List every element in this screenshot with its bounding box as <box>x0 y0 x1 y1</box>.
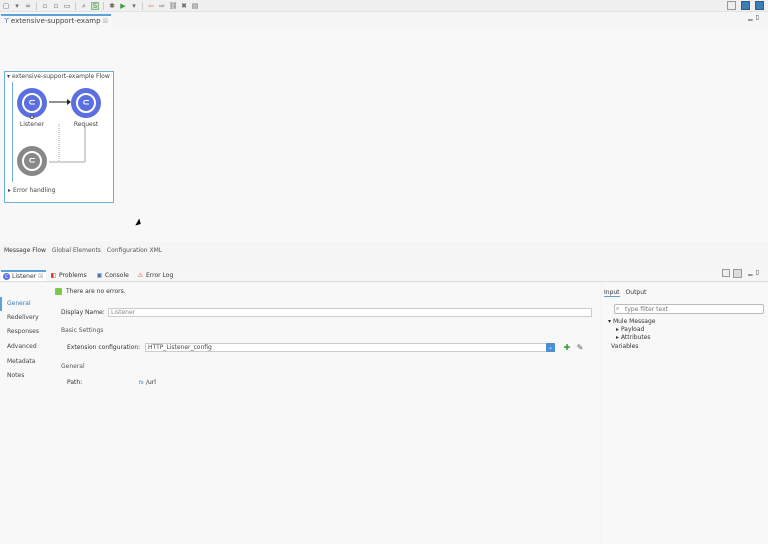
properties-panel-tabs: c Listener ☒ ◧ Problems ▣ Console ⚠ Erro… <box>0 268 768 282</box>
expand-icon[interactable]: ▸ <box>8 187 11 194</box>
view-filter-icon[interactable] <box>733 269 742 278</box>
chevron-down-icon[interactable]: ⌄ <box>546 343 555 352</box>
collapse-icon[interactable]: ▾ <box>608 318 611 325</box>
tab-configuration-xml[interactable]: Configuration XML <box>107 247 162 254</box>
mule-file-icon: ϒ <box>4 17 9 25</box>
edit-icon[interactable]: ✎ <box>576 343 584 352</box>
ok-icon <box>55 288 62 295</box>
new-icon[interactable]: ▢ <box>2 2 10 10</box>
sidenav-item-metadata[interactable]: Metadata <box>7 358 35 365</box>
general-section-label: General <box>61 363 85 370</box>
validation-status: There are no errors. <box>55 288 126 295</box>
save-all-icon[interactable]: ▫ <box>52 2 60 10</box>
chain-icon[interactable]: ⛓ <box>169 2 178 10</box>
tree-item-attributes[interactable]: ▸ Attributes <box>616 334 651 341</box>
problems-icon: ◧ <box>50 272 57 279</box>
expression-mode-icon[interactable]: fx <box>139 380 144 386</box>
console-icon: ▣ <box>96 272 103 279</box>
metadata-panel: Input Output ⌕ ▾ Mule Message ▸ Payload … <box>602 283 768 544</box>
tab-input[interactable]: Input <box>604 289 620 297</box>
tree-item-payload[interactable]: ▸ Payload <box>616 326 644 333</box>
delete-icon[interactable]: ✖ <box>180 2 188 10</box>
link-icon[interactable]: ∞ <box>24 2 32 10</box>
request-node[interactable]: ⊂ <box>71 88 101 118</box>
display-name-input[interactable]: Listener <box>108 308 592 317</box>
listener-icon: ⊂ <box>22 93 42 113</box>
sidenav-item-redelivery[interactable]: Redelivery <box>7 314 39 321</box>
sidenav-item-notes[interactable]: Notes <box>7 372 24 379</box>
tab-console[interactable]: ▣ Console <box>96 270 129 281</box>
add-icon[interactable]: ✚ <box>563 343 571 352</box>
open-icon[interactable]: ▤ <box>191 2 199 10</box>
placeholder-icon: ⊂ <box>22 151 42 171</box>
request-icon: ⊂ <box>76 93 96 113</box>
editor-tab-label: extensive-support-examp <box>10 17 101 25</box>
metadata-search-input[interactable] <box>614 304 764 314</box>
expand-icon[interactable]: ▸ <box>616 334 619 341</box>
minimize-icon[interactable]: ▁ <box>748 14 753 21</box>
perspective-mule-icon[interactable] <box>741 1 750 10</box>
path-label: Path: <box>67 379 83 386</box>
panel-window-controls: ▁ ▯ <box>748 269 759 276</box>
collapse-icon[interactable]: ▾ <box>7 73 10 80</box>
listener-node[interactable]: ⊂ <box>17 88 47 118</box>
listener-handle <box>30 115 34 119</box>
display-name-label: Display Name: <box>61 309 105 316</box>
tab-problems[interactable]: ◧ Problems <box>50 270 87 281</box>
extension-config-select[interactable]: HTTP_Listener_config ⌄ <box>145 343 555 352</box>
save-icon[interactable]: ▫ <box>41 2 49 10</box>
extension-config-label: Extension configuration: <box>67 344 141 351</box>
tree-item-mule-message[interactable]: ▾ Mule Message <box>608 318 655 325</box>
editor-view-tabs: Message Flow Global Elements Configurati… <box>4 247 162 254</box>
debug-icon[interactable]: ✱ <box>108 2 116 10</box>
tab-message-flow[interactable]: Message Flow <box>4 247 46 254</box>
forward-icon[interactable]: ⇨ <box>158 2 166 10</box>
tab-listener[interactable]: c Listener ☒ <box>1 270 46 281</box>
run-dropdown-icon[interactable]: ▾ <box>130 2 138 10</box>
undo-icon[interactable]: ▾ <box>13 2 21 10</box>
listener-tab-icon: c <box>3 273 10 280</box>
tab-global-elements[interactable]: Global Elements <box>52 247 101 254</box>
copy-icon[interactable]: ▭ <box>63 2 71 10</box>
maximize-icon[interactable]: ▯ <box>756 269 759 276</box>
error-handling-row[interactable]: ▸ Error handling <box>8 187 56 194</box>
flow-container[interactable]: ▾ extensive-support-example Flow ⊂ Liste… <box>4 71 114 203</box>
close-icon[interactable]: ☒ <box>38 273 43 280</box>
sidenav-item-responses[interactable]: Responses <box>7 328 39 335</box>
properties-editor: General Redelivery Responses Advanced Me… <box>0 283 600 544</box>
flow-connector <box>49 124 86 163</box>
flow-canvas[interactable] <box>0 27 768 242</box>
search-icon[interactable]: ⌕ <box>80 2 88 10</box>
close-icon[interactable]: ☒ <box>103 18 108 25</box>
flow-arrow <box>49 99 71 105</box>
metadata-tabs: Input Output <box>604 289 646 297</box>
search-icon: ⌕ <box>616 305 620 312</box>
tab-output[interactable]: Output <box>626 289 647 297</box>
editor-window-controls: ▁ ▯ <box>748 14 759 21</box>
perspective-open-icon[interactable] <box>727 1 736 10</box>
tree-item-variables[interactable]: Variables <box>611 343 638 350</box>
sidenav-item-general[interactable]: General <box>7 300 31 307</box>
expand-icon[interactable]: ▸ <box>616 326 619 333</box>
flow-title: ▾ extensive-support-example Flow <box>7 73 110 80</box>
sidenav-item-advanced[interactable]: Advanced <box>7 343 37 350</box>
path-value[interactable]: /url <box>146 379 156 386</box>
properties-sidenav: General Redelivery Responses Advanced Me… <box>0 283 48 403</box>
basic-settings-label: Basic Settings <box>61 327 104 334</box>
perspective-debug-icon[interactable] <box>755 1 764 10</box>
listener-label: Listener <box>19 121 45 128</box>
maximize-icon[interactable]: ▯ <box>756 14 759 21</box>
studio-icon[interactable]: S <box>91 1 99 10</box>
editor-tab[interactable]: ϒ extensive-support-examp ☒ <box>1 14 111 26</box>
error-log-icon: ⚠ <box>137 272 144 279</box>
minimize-icon[interactable]: ▁ <box>748 269 753 276</box>
placeholder-node[interactable]: ⊂ <box>17 146 47 176</box>
main-toolbar: ▢ ▾ ∞ ▫ ▫ ▭ ⌕ S ✱ ▶ ▾ ⇦ ⇨ ⛓ ✖ ▤ <box>0 0 768 12</box>
back-icon[interactable]: ⇦ <box>147 2 155 10</box>
run-icon[interactable]: ▶ <box>119 2 127 10</box>
view-menu-icon[interactable] <box>722 269 730 277</box>
tab-error-log[interactable]: ⚠ Error Log <box>137 270 173 281</box>
